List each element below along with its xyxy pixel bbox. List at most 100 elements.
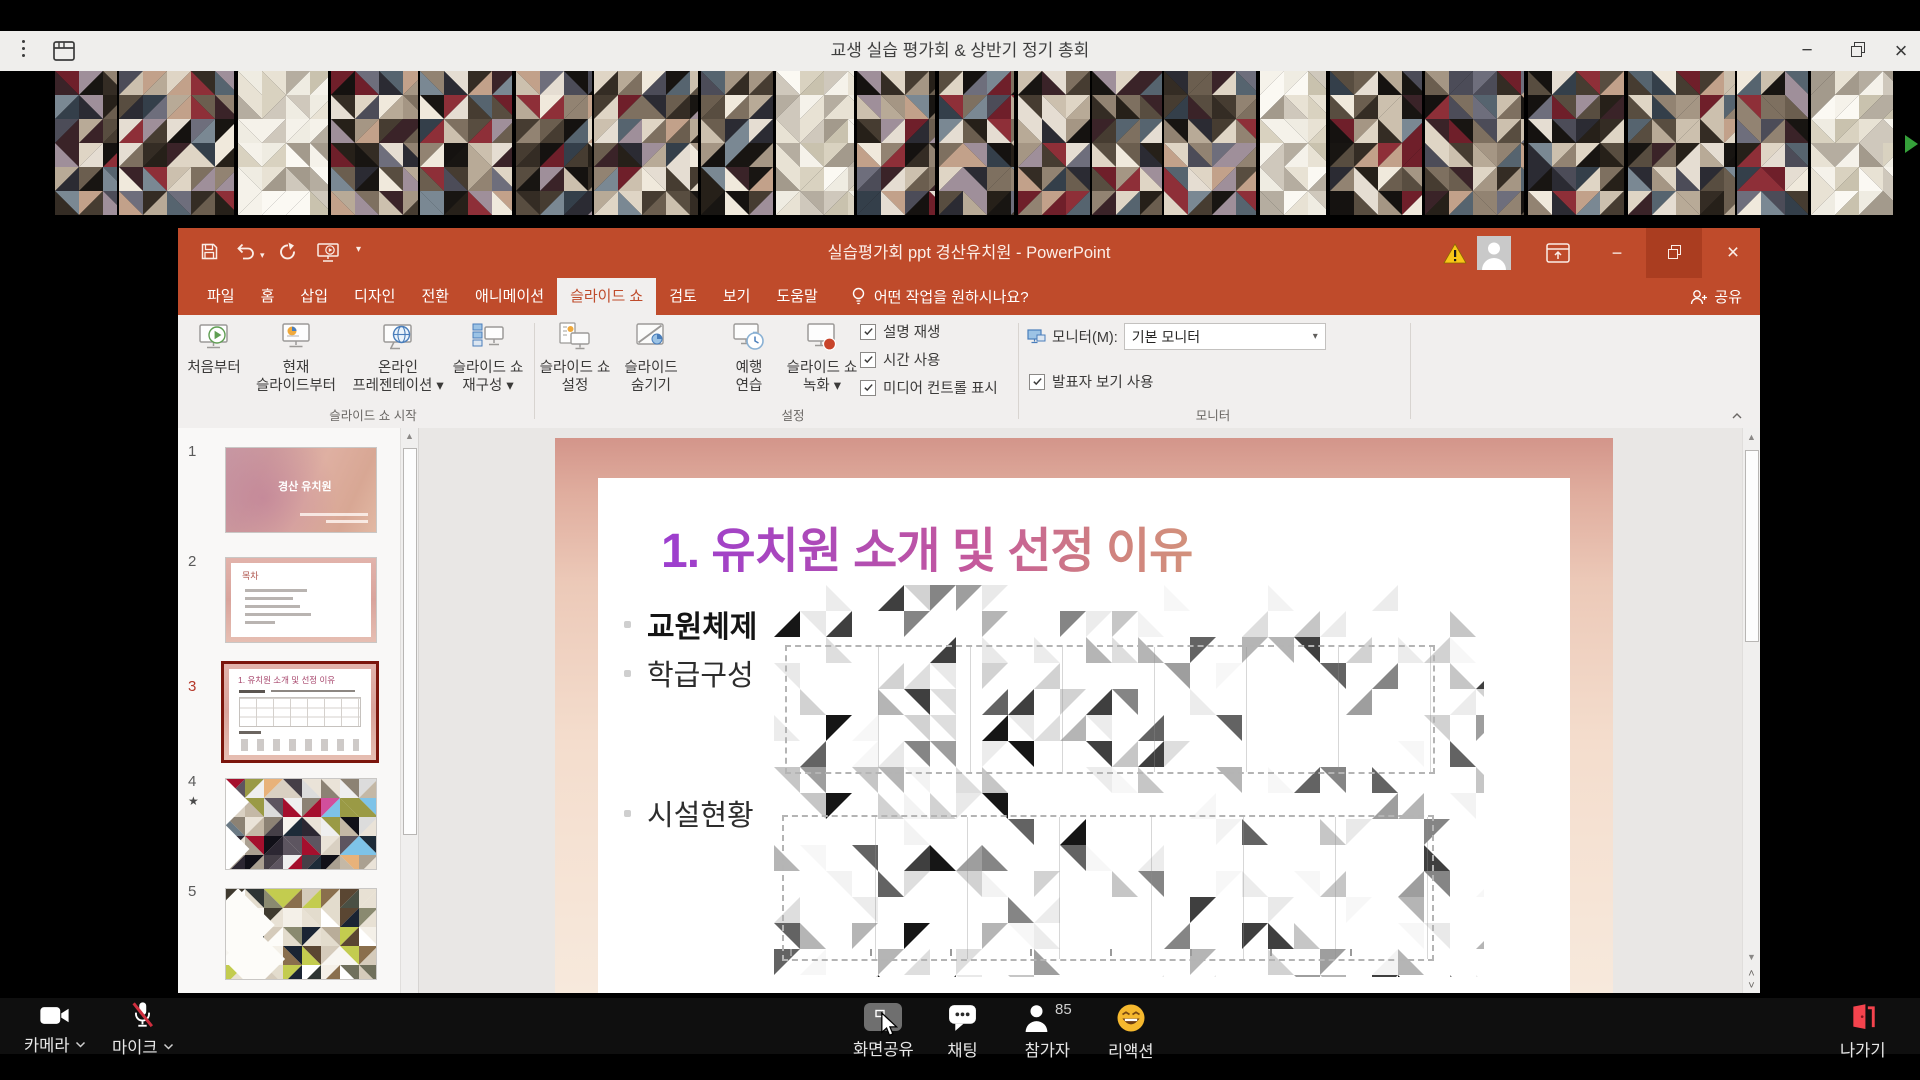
- from-beginning-button[interactable]: 처음부터: [179, 320, 249, 377]
- undo-dropdown-icon[interactable]: ▾: [260, 250, 265, 261]
- mouse-cursor: [880, 1012, 902, 1043]
- chat-button[interactable]: 채팅: [947, 1003, 978, 1061]
- tab-help[interactable]: 도움말: [763, 278, 830, 315]
- next-videos-arrow[interactable]: [1905, 135, 1918, 153]
- scrollbar-thumb[interactable]: [403, 448, 417, 835]
- participant-video[interactable]: [1425, 71, 1524, 215]
- slide-thumbnail-panel: 1 경산 유치원 2 목차: [178, 428, 419, 993]
- ppt-minimize-button[interactable]: −: [1596, 228, 1638, 278]
- ppt-close-button[interactable]: ×: [1712, 228, 1754, 278]
- participant-video[interactable]: [857, 71, 935, 215]
- tab-home[interactable]: 홈: [248, 278, 288, 315]
- participant-video[interactable]: [516, 71, 592, 215]
- app-minimize-button[interactable]: −: [1790, 31, 1824, 71]
- present-online-button[interactable]: 온라인 프레젠테이션 ▾: [348, 320, 448, 395]
- ribbon-display-options-icon[interactable]: [1546, 243, 1570, 268]
- participant-video[interactable]: [1737, 71, 1808, 215]
- scroll-up-icon[interactable]: ▲: [1743, 432, 1760, 442]
- ppt-restore-button[interactable]: [1646, 228, 1702, 278]
- camera-button[interactable]: 카메라: [24, 1004, 86, 1056]
- participant-video[interactable]: [1811, 71, 1893, 215]
- chat-icon: [947, 1003, 978, 1032]
- record-slideshow-button[interactable]: 슬라이드 쇼 녹화 ▾: [778, 320, 866, 395]
- tell-me-search[interactable]: 어떤 작업을 원하시나요?: [851, 278, 1029, 315]
- participant-video[interactable]: [420, 71, 512, 215]
- slide-table-placeholder-1[interactable]: [785, 645, 1435, 774]
- previous-slide-icon[interactable]: ˄: [1743, 968, 1760, 980]
- ppt-window-title: 실습평가회 ppt 경산유치원 - PowerPoint: [828, 228, 1111, 278]
- tab-animations[interactable]: 애니메이션: [462, 278, 557, 315]
- slide-thumbnail-2[interactable]: 목차: [225, 557, 377, 643]
- participant-video[interactable]: [594, 71, 698, 215]
- checkbox-use-presenter-view[interactable]: 발표자 보기 사용: [1029, 371, 1153, 392]
- participant-video[interactable]: [1528, 71, 1624, 215]
- slide3-title: 1. 유치원 소개 및 선정 이유: [238, 674, 335, 686]
- mic-button-muted[interactable]: 마이크: [112, 1001, 174, 1058]
- slideshow-play-icon: [196, 320, 232, 356]
- redo-icon[interactable]: [278, 242, 299, 267]
- tab-view[interactable]: 보기: [710, 278, 764, 315]
- reactions-button[interactable]: 리액션: [1108, 1003, 1154, 1062]
- participant-video[interactable]: [701, 71, 773, 215]
- leave-button[interactable]: 나가기: [1840, 1003, 1886, 1061]
- slideshow-current-icon: [278, 320, 314, 356]
- slide-bullet-2: 학급구성: [624, 652, 754, 694]
- participant-video[interactable]: [238, 71, 328, 215]
- collapse-ribbon-icon[interactable]: [1726, 407, 1748, 423]
- qat-customize-icon[interactable]: ▾: [356, 244, 361, 255]
- participant-video[interactable]: [1260, 71, 1326, 215]
- scroll-up-icon[interactable]: ▲: [401, 431, 418, 441]
- thumbnail-scrollbar[interactable]: ▲: [400, 428, 418, 993]
- checkbox-play-narrations[interactable]: 설명 재생: [860, 321, 940, 342]
- participant-video[interactable]: [119, 71, 234, 215]
- tab-file[interactable]: 파일: [194, 278, 248, 315]
- undo-icon[interactable]: [236, 242, 257, 266]
- monitor-dropdown[interactable]: 기본 모니터 ▾: [1124, 323, 1326, 350]
- tab-design[interactable]: 디자인: [341, 278, 408, 315]
- tab-insert[interactable]: 삽입: [287, 278, 341, 315]
- scrollbar-thumb[interactable]: [1745, 450, 1759, 642]
- participant-video[interactable]: [1628, 71, 1735, 215]
- participant-video[interactable]: [55, 71, 117, 215]
- share-button[interactable]: 공유: [1690, 278, 1742, 315]
- slide-thumbnail-3-selected[interactable]: 1. 유치원 소개 및 선정 이유: [221, 661, 379, 763]
- start-slideshow-icon[interactable]: [316, 242, 340, 268]
- chevron-down-icon: [163, 1043, 174, 1050]
- canvas-scrollbar[interactable]: ▲ ▼ ˄ ˅: [1742, 428, 1760, 993]
- present-online-icon: [380, 320, 416, 356]
- participant-video[interactable]: [939, 71, 1014, 215]
- participants-count: 85: [1055, 1001, 1072, 1018]
- rehearse-timings-button[interactable]: 예행 연습: [720, 320, 778, 395]
- warning-icon[interactable]: [1443, 243, 1467, 269]
- tab-review[interactable]: 검토: [656, 278, 710, 315]
- checkbox-use-timings[interactable]: 시간 사용: [860, 349, 940, 370]
- slide-thumbnail-5-censored[interactable]: [225, 888, 377, 980]
- participants-button[interactable]: 85 참가자: [1023, 1003, 1072, 1061]
- from-current-slide-button[interactable]: 현재 슬라이드부터: [250, 320, 342, 395]
- participant-video[interactable]: [1164, 71, 1256, 215]
- slide-thumbnail-4-censored[interactable]: [225, 778, 377, 870]
- setup-slideshow-button[interactable]: 슬라이드 쇼 설정: [536, 320, 614, 395]
- participant-video[interactable]: [331, 71, 418, 215]
- app-close-button[interactable]: ×: [1884, 31, 1918, 71]
- checkbox-icon: [1029, 374, 1045, 390]
- participant-video[interactable]: [1092, 71, 1162, 215]
- save-icon[interactable]: [200, 242, 219, 266]
- slide-table-placeholder-2[interactable]: [782, 815, 1434, 961]
- hide-slide-button[interactable]: 슬라이드 숨기기: [613, 320, 689, 395]
- custom-slideshow-button[interactable]: 슬라이드 쇼 재구성 ▾: [445, 320, 531, 395]
- meeting-title: 교생 실습 평가회 & 상반기 정기 총회: [0, 31, 1920, 71]
- next-slide-icon[interactable]: ˅: [1743, 980, 1760, 992]
- participant-video[interactable]: [1330, 71, 1422, 215]
- account-avatar[interactable]: [1477, 236, 1511, 270]
- reactions-label: 리액션: [1108, 1038, 1154, 1062]
- animation-star-icon[interactable]: ★: [188, 794, 199, 808]
- slide-thumbnail-1[interactable]: 경산 유치원: [225, 447, 377, 533]
- app-restore-button[interactable]: [1840, 31, 1874, 71]
- participant-video[interactable]: [776, 71, 854, 215]
- tab-transitions[interactable]: 전환: [408, 278, 462, 315]
- checkbox-show-media-controls[interactable]: 미디어 컨트롤 표시: [860, 377, 998, 398]
- tab-slideshow[interactable]: 슬라이드 쇼: [557, 278, 656, 315]
- scroll-down-icon[interactable]: ▼: [1743, 952, 1760, 962]
- participant-video[interactable]: [1018, 71, 1090, 215]
